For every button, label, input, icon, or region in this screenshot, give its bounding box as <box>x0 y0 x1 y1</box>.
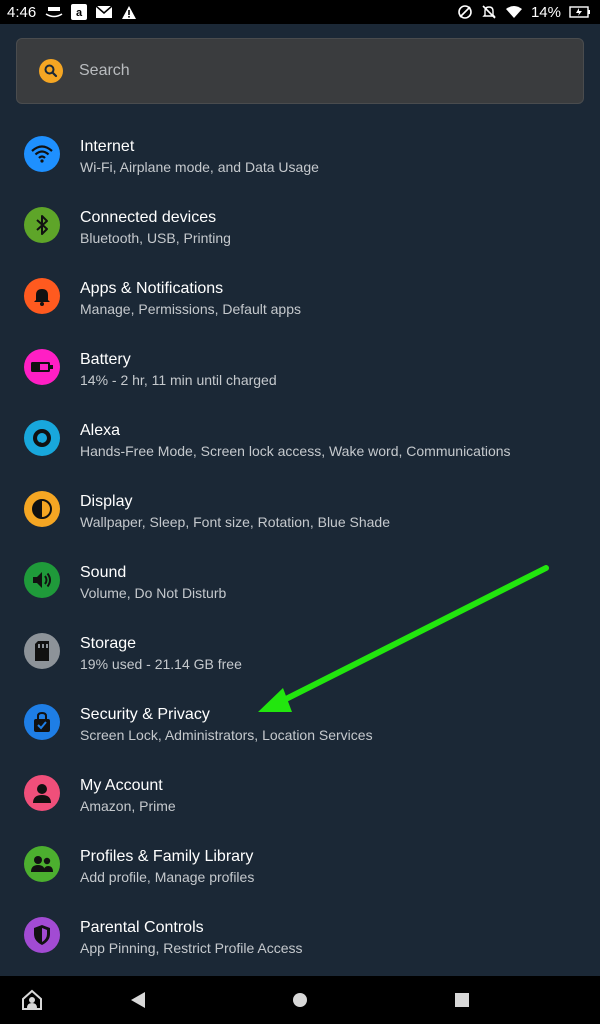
alexa-icon <box>24 419 60 456</box>
settings-item-subtitle: Volume, Do Not Disturb <box>80 585 227 601</box>
status-bar: 4:46 a 14% <box>0 0 600 24</box>
home-profile-icon[interactable] <box>20 988 44 1012</box>
svg-text:a: a <box>76 7 83 19</box>
settings-item-profiles-family-library[interactable]: Profiles & Family Library Add profile, M… <box>0 828 600 899</box>
settings-item-title: My Account <box>80 777 163 794</box>
back-icon[interactable] <box>126 988 150 1012</box>
speaker-icon <box>24 561 60 598</box>
settings-item-title: Alexa <box>80 422 121 439</box>
navigation-bar <box>0 976 600 1024</box>
amazon-icon: a <box>71 4 88 20</box>
settings-item-subtitle: Add profile, Manage profiles <box>80 869 255 885</box>
search-placeholder: Search <box>79 62 130 79</box>
settings-item-title: Apps & Notifications <box>80 280 224 297</box>
bell-icon <box>24 277 60 314</box>
search-icon <box>39 59 63 83</box>
settings-item-my-account[interactable]: My Account Amazon, Prime <box>0 757 600 828</box>
settings-list: Internet Wi-Fi, Airplane mode, and Data … <box>0 118 600 970</box>
settings-item-subtitle: 14% - 2 hr, 11 min until charged <box>80 372 277 388</box>
settings-item-sound[interactable]: Sound Volume, Do Not Disturb <box>0 544 600 615</box>
settings-item-title: Sound <box>80 564 127 581</box>
settings-item-title: Display <box>80 493 133 510</box>
person-icon <box>24 774 60 811</box>
recents-icon[interactable] <box>450 988 474 1012</box>
settings-item-subtitle: App Pinning, Restrict Profile Access <box>80 940 303 956</box>
settings-item-subtitle: 19% used - 21.14 GB free <box>80 656 242 672</box>
settings-item-display[interactable]: Display Wallpaper, Sleep, Font size, Rot… <box>0 473 600 544</box>
settings-item-parental-controls[interactable]: Parental Controls App Pinning, Restrict … <box>0 899 600 970</box>
wifi-icon <box>505 5 523 19</box>
battery-icon <box>24 348 60 385</box>
bluetooth-icon <box>24 206 60 243</box>
settings-item-subtitle: Amazon, Prime <box>80 798 176 814</box>
search-bar[interactable]: Search <box>16 38 584 104</box>
no-sim-icon <box>457 4 473 20</box>
settings-item-alexa[interactable]: Alexa Hands-Free Mode, Screen lock acces… <box>0 402 600 473</box>
people-icon <box>24 845 60 882</box>
lock-bag-icon <box>24 703 60 740</box>
settings-item-title: Storage <box>80 635 137 652</box>
settings-item-title: Profiles & Family Library <box>80 848 254 865</box>
settings-item-subtitle: Manage, Permissions, Default apps <box>80 301 301 317</box>
settings-item-title: Security & Privacy <box>80 706 210 723</box>
battery-percent: 14% <box>530 3 561 21</box>
settings-item-subtitle: Bluetooth, USB, Printing <box>80 230 231 246</box>
home-icon[interactable] <box>288 988 312 1012</box>
status-time: 4:46 <box>7 3 37 21</box>
sd-card-icon <box>24 632 60 669</box>
settings-item-title: Battery <box>80 351 131 368</box>
settings-item-title: Connected devices <box>80 209 217 226</box>
wifi-icon <box>24 135 60 172</box>
mail-icon <box>95 5 113 19</box>
settings-item-security-privacy[interactable]: Security & Privacy Screen Lock, Administ… <box>0 686 600 757</box>
settings-item-apps-notifications[interactable]: Apps & Notifications Manage, Permissions… <box>0 260 600 331</box>
settings-item-internet[interactable]: Internet Wi-Fi, Airplane mode, and Data … <box>0 118 600 189</box>
settings-item-connected-devices[interactable]: Connected devices Bluetooth, USB, Printi… <box>0 189 600 260</box>
settings-item-subtitle: Wallpaper, Sleep, Font size, Rotation, B… <box>80 514 390 530</box>
contrast-icon <box>24 490 60 527</box>
shield-icon <box>24 916 60 953</box>
settings-item-title: Internet <box>80 138 135 155</box>
battery-charging-icon <box>569 6 591 18</box>
settings-item-battery[interactable]: Battery 14% - 2 hr, 11 min until charged <box>0 331 600 402</box>
settings-item-subtitle: Hands-Free Mode, Screen lock access, Wak… <box>80 443 511 459</box>
bell-off-icon <box>481 4 497 20</box>
warning-icon <box>121 5 137 20</box>
settings-item-storage[interactable]: Storage 19% used - 21.14 GB free <box>0 615 600 686</box>
photos-icon <box>45 5 63 19</box>
settings-item-subtitle: Wi-Fi, Airplane mode, and Data Usage <box>80 159 319 175</box>
settings-item-title: Parental Controls <box>80 919 204 936</box>
settings-item-subtitle: Screen Lock, Administrators, Location Se… <box>80 727 373 743</box>
